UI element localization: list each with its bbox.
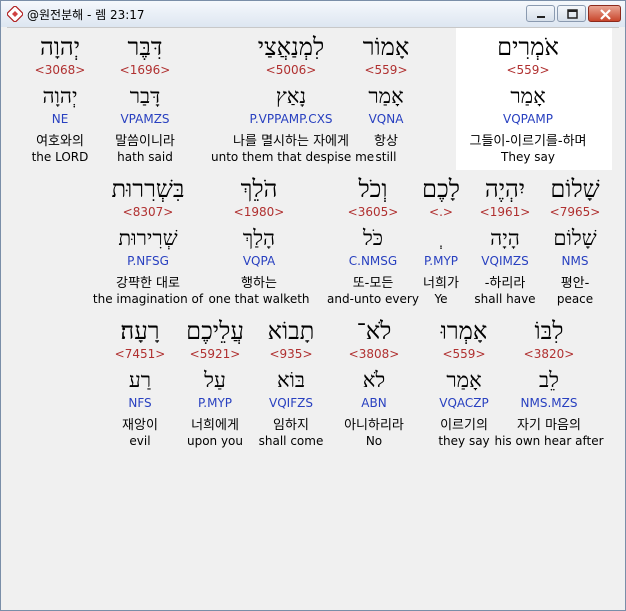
english-gloss: the imagination of <box>92 292 204 306</box>
strong-number: <559> <box>506 63 550 77</box>
close-icon <box>600 9 611 20</box>
morphology-code: NFS <box>128 396 152 410</box>
hebrew-lemma: רַע <box>128 368 152 392</box>
morphology-code: VQPAMP <box>503 112 553 126</box>
hebrew-word: יְהוָה <box>39 33 81 61</box>
minimize-button[interactable] <box>526 5 555 22</box>
korean-gloss: 그들이-이르기를-하며 <box>469 134 587 149</box>
morphology-code: P.NFSG <box>127 254 169 268</box>
close-button[interactable] <box>588 5 621 22</box>
hebrew-lemma: יְהוָה <box>42 84 78 108</box>
hebrew-word: אֹמְרִים <box>497 33 559 61</box>
morphology-code: NE <box>51 112 69 126</box>
english-gloss: evil <box>129 434 151 448</box>
hebrew-word: לִמְנַאֲצַי <box>257 33 325 61</box>
strong-number: <8307> <box>122 205 174 219</box>
hebrew-lemma: אָמַר <box>510 84 546 108</box>
word-cell[interactable]: יְהוָה <3068> יְהוָה NE 여호와의 the LORD <box>0 32 140 168</box>
english-gloss: unto them that despise me <box>211 150 375 164</box>
word-cell[interactable]: רָעָה׃ <7451> רַע NFS 재앙이 evil <box>60 316 220 452</box>
maximize-button[interactable] <box>557 5 586 22</box>
hebrew-word: רָעָה׃ <box>120 317 160 345</box>
word-cell[interactable]: לִמְנַאֲצַי <5006> נָאַץ P.VPPAMP.CXS 나를 멸시하… <box>211 32 375 168</box>
bible-app-icon <box>7 6 23 22</box>
title-bar[interactable]: @원전분해 - 렘 23:17 <box>1 1 625 27</box>
word-cell[interactable]: בִּשְׁרִרוּת <8307> שְׁרִירוּת P.NFSG 강퍅한 대로… <box>68 174 228 310</box>
strong-number: <5006> <box>265 63 317 77</box>
korean-gloss: 나를 멸시하는 자에게 <box>233 134 349 149</box>
hebrew-word: בִּשְׁרִרוּת <box>111 175 185 203</box>
maximize-icon <box>567 9 578 19</box>
minimize-icon <box>537 16 545 18</box>
english-gloss: They say <box>501 150 555 164</box>
strong-number: <3068> <box>34 63 86 77</box>
window-title: @원전분해 - 렘 23:17 <box>27 8 145 22</box>
hebrew-lemma: נָאַץ <box>275 84 307 108</box>
korean-gloss: 여호와의 <box>36 134 84 149</box>
hebrew-lemma: שְׁרִירוּת <box>118 226 178 250</box>
english-gloss: the LORD <box>31 150 89 164</box>
app-window: @원전분해 - 렘 23:17 אֹמְרִים <559> אָמַר VQPAMP… <box>0 0 626 611</box>
korean-gloss: 재앙이 <box>122 418 158 433</box>
verse-analysis-panel: אֹמְרִים <559> אָמַר VQPAMP 그들이-이르기를-하며 They … <box>7 27 619 606</box>
korean-gloss: 강퍅한 대로 <box>116 276 180 291</box>
word-cell[interactable]: אֹמְרִים <559> אָמַר VQPAMP 그들이-이르기를-하며 They … <box>448 32 608 168</box>
strong-number: <7451> <box>114 347 166 361</box>
morphology-code: P.VPPAMP.CXS <box>249 112 333 126</box>
